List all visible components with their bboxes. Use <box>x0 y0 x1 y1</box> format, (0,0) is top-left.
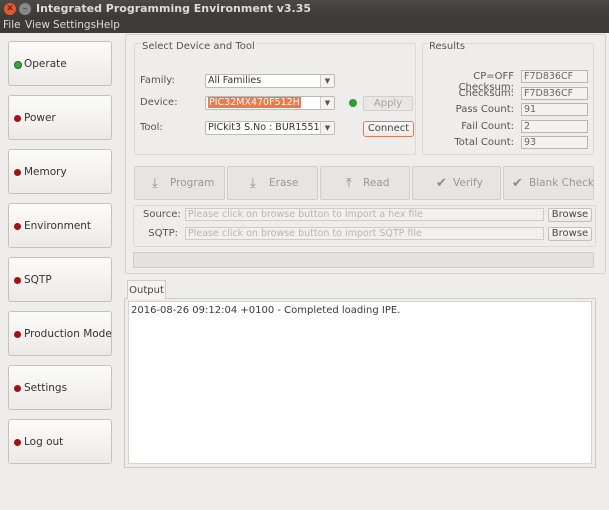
output-log-line: 2016-08-26 09:12:04 +0100 - Completed lo… <box>131 305 401 316</box>
tab-output[interactable]: Output <box>127 280 166 299</box>
sidebar-item-label: Operate <box>24 58 67 70</box>
progress-bar <box>133 252 594 268</box>
menu-file[interactable]: File <box>3 19 21 31</box>
menu-view[interactable]: View <box>25 19 50 31</box>
family-label: Family: <box>140 75 175 86</box>
status-red-icon <box>14 169 21 176</box>
sidebar-item-label: Settings <box>24 382 68 394</box>
erase-icon: ⤓ <box>250 176 256 191</box>
tool-label: Tool: <box>140 122 163 133</box>
sidebar-item-operate[interactable]: Operate <box>8 41 112 86</box>
sidebar-item-memory[interactable]: Memory <box>8 149 112 194</box>
erase-label: Erase <box>269 177 299 189</box>
total-count-label: Total Count: <box>454 137 514 148</box>
read-icon: ⤒ <box>346 176 352 191</box>
source-browse-button[interactable]: Browse <box>548 208 592 222</box>
source-input[interactable]: Please click on browse button to import … <box>185 208 544 221</box>
sidebar-item-settings[interactable]: Settings <box>8 365 112 410</box>
results-title: Results <box>428 41 467 52</box>
fail-count-field: 2 <box>521 120 588 133</box>
sidebar-item-label: Environment <box>24 220 92 232</box>
chevron-down-icon: ▼ <box>320 75 334 87</box>
device-tool-title: Select Device and Tool <box>141 41 256 52</box>
apply-button[interactable]: Apply <box>363 96 413 111</box>
fail-count-label: Fail Count: <box>461 121 514 132</box>
program-icon: ⤓ <box>152 176 158 191</box>
status-red-icon <box>14 385 21 392</box>
pass-count-field: 91 <box>521 103 588 116</box>
status-green-icon <box>14 61 22 69</box>
program-button[interactable]: ⤓ Program <box>134 166 225 200</box>
sidebar-item-power[interactable]: Power <box>8 95 112 140</box>
sidebar-item-environment[interactable]: Environment <box>8 203 112 248</box>
program-label: Program <box>170 177 215 189</box>
family-select[interactable]: All Families ▼ <box>205 74 335 88</box>
status-red-icon <box>14 115 21 122</box>
menu-bar: File View Settings Help <box>0 18 609 33</box>
chevron-down-icon: ▼ <box>320 122 334 134</box>
sidebar-item-sqtp[interactable]: SQTP <box>8 257 112 302</box>
menu-settings[interactable]: Settings <box>53 19 96 31</box>
status-red-icon <box>14 439 21 446</box>
device-select[interactable]: PIC32MX470F512H ▼ <box>205 96 335 110</box>
output-log: 2016-08-26 09:12:04 +0100 - Completed lo… <box>128 301 592 464</box>
status-red-icon <box>14 223 21 230</box>
sidebar-item-label: Power <box>24 112 56 124</box>
blank-check-label: Blank Check <box>529 177 594 189</box>
chevron-down-icon: ▼ <box>320 97 334 109</box>
sidebar-item-log-out[interactable]: Log out <box>8 419 112 464</box>
sidebar-item-label: Log out <box>24 436 64 448</box>
tool-select[interactable]: PICkit3 S.No : BUR15513... ▼ <box>205 121 335 135</box>
blank-check-icon: ✔ <box>512 176 523 191</box>
device-value: PIC32MX470F512H <box>208 97 301 108</box>
read-button[interactable]: ⤒ Read <box>320 166 410 200</box>
verify-button[interactable]: ✔ Verify <box>412 166 501 200</box>
sqtp-input[interactable]: Please click on browse button to import … <box>185 227 544 240</box>
total-count-field: 93 <box>521 136 588 149</box>
checksum-field: F7D836CF <box>521 87 588 100</box>
device-status-icon <box>349 99 357 107</box>
sidebar-item-production-mode[interactable]: Production Mode <box>8 311 112 356</box>
title-bar: ✕ – Integrated Programming Environment v… <box>0 0 609 18</box>
checksum-label: Checksum: <box>458 88 514 99</box>
sidebar-item-label: Memory <box>24 166 67 178</box>
source-label: Source: <box>143 209 181 220</box>
minimize-icon[interactable]: – <box>19 3 31 15</box>
window-title: Integrated Programming Environment v3.35 <box>36 2 312 15</box>
device-label: Device: <box>140 97 178 108</box>
tool-value: PICkit3 S.No : BUR15513... <box>208 122 320 133</box>
sqtp-browse-button[interactable]: Browse <box>548 227 592 241</box>
sqtp-label: SQTP: <box>148 228 178 239</box>
verify-icon: ✔ <box>436 176 447 191</box>
verify-label: Verify <box>453 177 483 189</box>
pass-count-label: Pass Count: <box>455 104 514 115</box>
erase-button[interactable]: ⤓ Erase <box>227 166 318 200</box>
blank-check-button[interactable]: ✔ Blank Check <box>503 166 594 200</box>
sidebar-item-label: SQTP <box>24 274 52 286</box>
status-red-icon <box>14 331 21 338</box>
read-label: Read <box>363 177 390 189</box>
connect-button[interactable]: Connect <box>363 121 414 137</box>
cp-off-checksum-field: F7D836CF <box>521 70 588 83</box>
sidebar-item-label: Production Mode <box>24 328 112 340</box>
menu-help[interactable]: Help <box>96 19 120 31</box>
status-red-icon <box>14 277 21 284</box>
family-value: All Families <box>208 75 262 86</box>
close-icon[interactable]: ✕ <box>4 3 16 15</box>
